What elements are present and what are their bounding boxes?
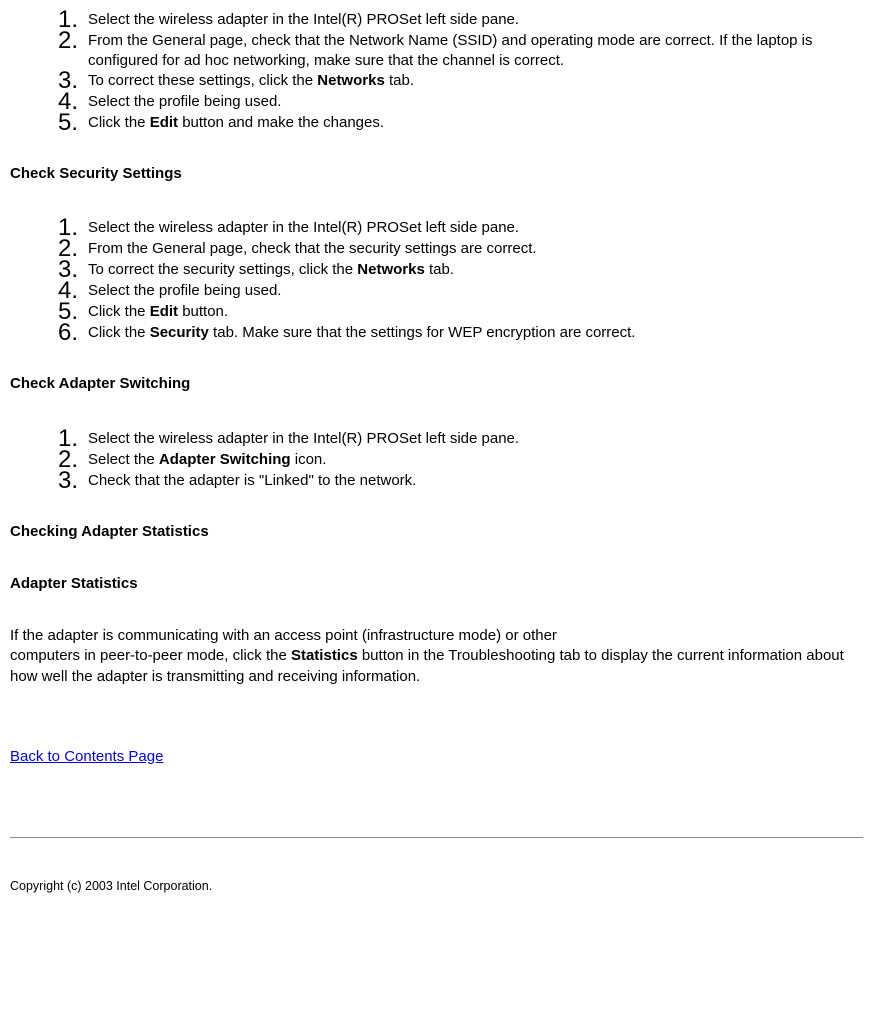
step-text: To correct these settings, click the Net… xyxy=(88,69,863,93)
step-text: Select the profile being used. xyxy=(88,279,863,303)
copyright-text: Copyright (c) 2003 Intel Corporation. xyxy=(10,878,863,895)
paragraph-statistics: If the adapter is communicating with an … xyxy=(10,626,863,687)
step-text: Select the profile being used. xyxy=(88,90,863,114)
heading-security-settings: Check Security Settings xyxy=(10,164,863,184)
step-text: Select the wireless adapter in the Intel… xyxy=(88,427,863,451)
list-item: 2. From the General page, check that the… xyxy=(50,29,863,72)
step-text: Check that the adapter is "Linked" to th… xyxy=(88,469,863,493)
step-text: Click the Security tab. Make sure that t… xyxy=(88,321,863,345)
step-text: Click the Edit button. xyxy=(88,300,863,324)
step-text: Select the Adapter Switching icon. xyxy=(88,448,863,472)
step-text: From the General page, check that the se… xyxy=(88,237,863,261)
step-number: 2. xyxy=(50,29,88,53)
divider xyxy=(10,837,863,838)
list-item: 5. Click the Edit button and make the ch… xyxy=(50,111,863,135)
heading-checking-statistics: Checking Adapter Statistics xyxy=(10,522,863,542)
step-text: To correct the security settings, click … xyxy=(88,258,863,282)
steps-list-1: 1. Select the wireless adapter in the In… xyxy=(50,8,863,135)
back-to-contents-link[interactable]: Back to Contents Page xyxy=(10,747,163,767)
step-text: Select the wireless adapter in the Intel… xyxy=(88,216,863,240)
list-item: 6. Click the Security tab. Make sure tha… xyxy=(50,321,863,345)
heading-adapter-statistics: Adapter Statistics xyxy=(10,574,863,594)
step-text: From the General page, check that the Ne… xyxy=(88,29,863,72)
step-text: Select the wireless adapter in the Intel… xyxy=(88,8,863,32)
steps-list-3: 1. Select the wireless adapter in the In… xyxy=(50,427,863,493)
list-item: 3. Check that the adapter is "Linked" to… xyxy=(50,469,863,493)
step-text: Click the Edit button and make the chang… xyxy=(88,111,863,135)
step-number: 3. xyxy=(50,469,88,493)
step-number: 5. xyxy=(50,111,88,135)
step-number: 6. xyxy=(50,321,88,345)
steps-list-2: 1. Select the wireless adapter in the In… xyxy=(50,216,863,345)
heading-adapter-switching: Check Adapter Switching xyxy=(10,374,863,394)
